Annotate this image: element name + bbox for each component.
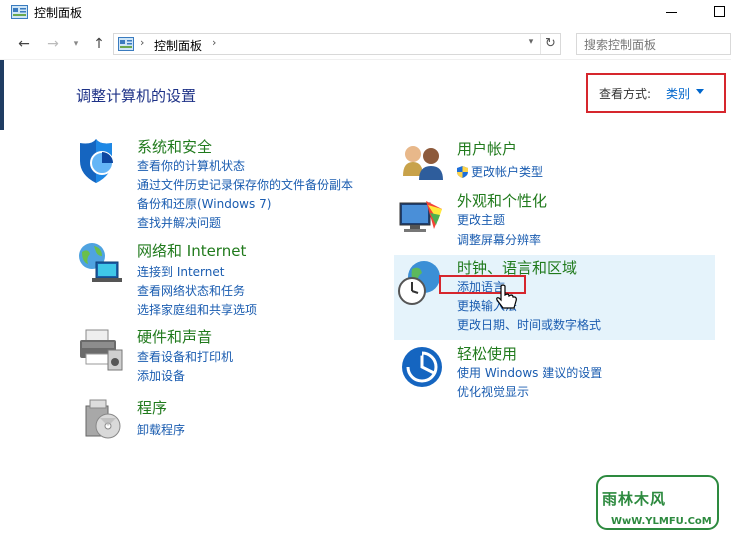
control-panel-icon [118,37,134,51]
appearance-monitor-icon [399,201,442,232]
category-title-hardware[interactable]: 硬件和声音 [137,326,212,347]
recent-locations-chevron-icon[interactable]: ▾ [70,35,82,53]
category-title-ease-of-access[interactable]: 轻松使用 [457,343,517,364]
link-optimize-visual-display[interactable]: 优化视觉显示 [457,383,529,400]
caret-down-icon[interactable] [696,89,704,94]
printer-icon [80,329,123,371]
watermark-text: 雨林木风 [602,490,667,508]
page-title: 调整计算机的设置 [76,87,197,105]
uac-shield-icon [457,166,468,178]
category-title-network[interactable]: 网络和 Internet [137,240,246,261]
control-panel-icon [11,5,28,19]
category-title-programs[interactable]: 程序 [137,397,167,418]
link-network-status[interactable]: 查看网络状态和任务 [137,282,245,299]
up-arrow-icon[interactable]: ↑ [90,35,108,53]
link-connect-internet[interactable]: 连接到 Internet [137,263,224,280]
chevron-right-icon[interactable]: › [212,36,216,49]
ease-of-access-icon [402,347,442,387]
link-add-device[interactable]: 添加设备 [137,367,185,384]
link-view-computer-status[interactable]: 查看你的计算机状态 [137,157,245,174]
link-change-theme[interactable]: 更改主题 [457,211,505,228]
search-input[interactable]: 搜索控制面板 [576,33,731,55]
hand-cursor-icon [496,284,517,309]
search-placeholder: 搜索控制面板 [584,38,657,52]
chevron-down-icon[interactable]: ▾ [524,37,538,51]
network-globe-icon [79,243,122,282]
link-recommended-settings[interactable]: 使用 Windows 建议的设置 [457,364,602,381]
link-homegroup-sharing[interactable]: 选择家庭组和共享选项 [137,301,257,318]
navigation-bar: ← → ▾ ↑ › 控制面板 › ▾ ↻ 搜索控制面板 [0,30,731,60]
back-arrow-icon[interactable]: ← [15,35,33,53]
link-change-date-time-format[interactable]: 更改日期、时间或数字格式 [457,316,601,333]
category-title-system-security[interactable]: 系统和安全 [137,136,212,157]
security-shield-icon [80,139,114,183]
programs-disc-icon [85,399,121,439]
chevron-right-icon[interactable]: › [140,36,144,49]
view-by-selector[interactable]: 查看方式: 类别 [586,73,726,113]
users-icon [403,146,443,180]
title-bar: 控制面板 [0,0,731,30]
window-title: 控制面板 [34,6,83,20]
maximize-button[interactable] [708,4,728,20]
link-adjust-resolution[interactable]: 调整屏幕分辨率 [457,231,541,248]
category-title-appearance[interactable]: 外观和个性化 [457,190,547,211]
minimize-button[interactable] [662,4,682,20]
view-by-label: 查看方式: [599,87,652,101]
link-backup-restore[interactable]: 备份和还原(Windows 7) [137,195,271,212]
link-change-account-type[interactable]: 更改帐户类型 [457,163,543,180]
category-title-user-accounts[interactable]: 用户帐户 [457,138,517,159]
link-file-history-backup[interactable]: 通过文件历史记录保存你的文件备份副本 [137,176,353,193]
address-bar[interactable]: › 控制面板 › ▾ ↻ [113,33,561,55]
view-by-value[interactable]: 类别 [666,85,690,102]
refresh-icon[interactable]: ↻ [540,34,560,54]
breadcrumb[interactable]: 控制面板 [154,37,202,54]
clock-globe-icon [398,261,440,305]
link-uninstall-program[interactable]: 卸载程序 [137,421,185,438]
forward-arrow-icon[interactable]: → [44,35,62,53]
link-change-account-type-label[interactable]: 更改帐户类型 [471,165,543,179]
link-devices-printers[interactable]: 查看设备和打印机 [137,348,233,365]
link-troubleshoot[interactable]: 查找并解决问题 [137,214,221,231]
watermark-url: WwW.YLMFU.CoM [611,516,712,527]
